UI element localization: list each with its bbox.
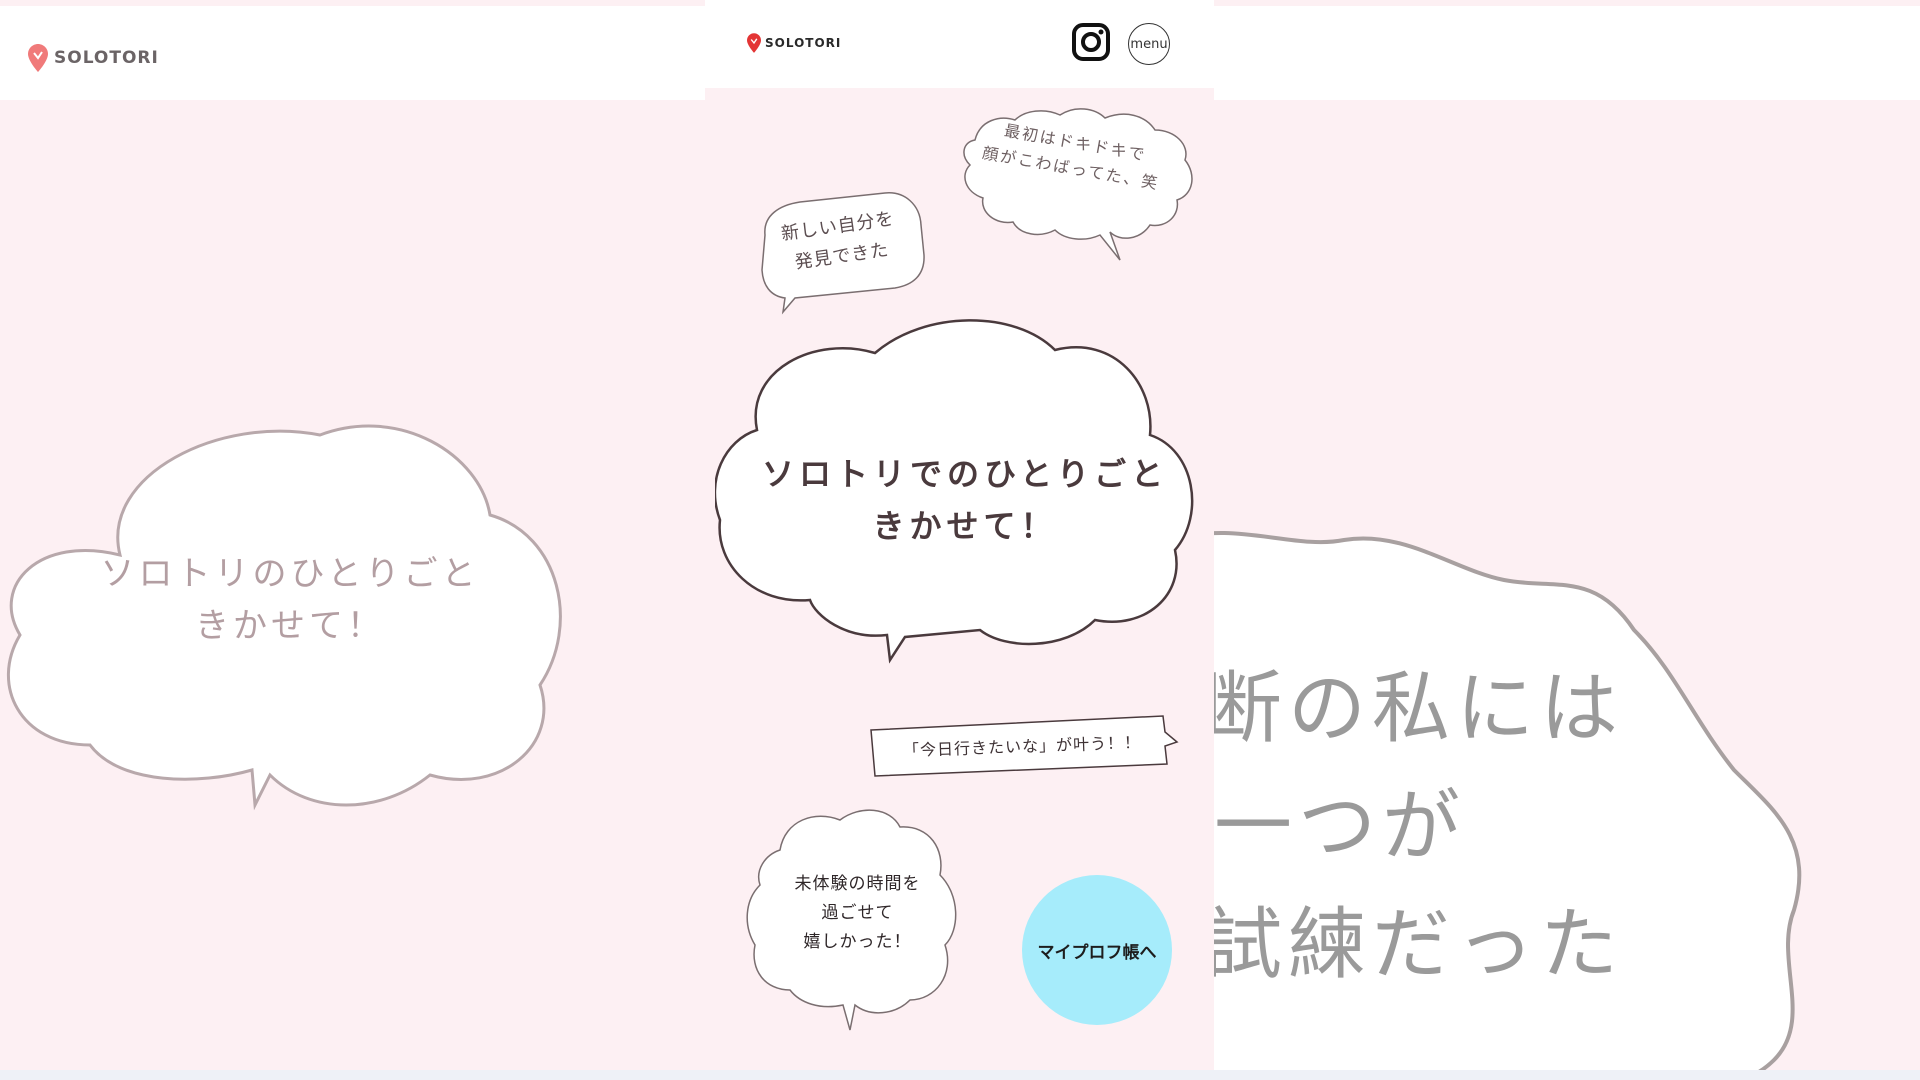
mobile-page: SOLOTORI menu 最初はドキドキで 顔がこわばってた、笑 新しい自分を… [705,0,1214,1070]
bottom-strip [0,1070,1920,1080]
site-header: SOLOTORI menu [705,0,1214,88]
background-logo-text: SOLOTORI [54,48,159,68]
site-logo-text: SOLOTORI [765,36,842,50]
my-profile-button[interactable]: マイプロフ帳へ [1022,875,1172,1025]
background-right-line-2: 一つが [1214,782,1467,872]
map-pin-icon [747,33,761,53]
background-right-header [1214,6,1920,100]
background-cloud-line-1: ソロトリのひとりごと [100,554,480,594]
screen: SOLOTORI ソロトリのひとりごと きかせて！ 断の私には 一つが 試練だっ… [0,0,1920,1080]
site-logo[interactable]: SOLOTORI [747,33,841,53]
instagram-icon[interactable] [1071,22,1111,62]
main-cloud-line-2: きかせて！ [872,507,1058,545]
menu-button[interactable]: menu [1128,23,1170,65]
background-right-line-1: 断の私には [1214,664,1625,754]
background-right-panel: 断の私には 一つが 試練だった [1214,0,1920,1070]
background-cloud-text: ソロトリのひとりごと きかせて！ [100,548,480,652]
speech-bubble-experience-line-3: 嬉しかった！ [803,932,912,952]
background-logo: SOLOTORI [28,44,159,72]
speech-bubble-experience-line-2: 過ごせて [821,903,894,923]
map-pin-icon [28,44,48,72]
speech-bubble-experience-text: 未体験の時間を 過ごせて 嬉しかった！ [765,870,950,957]
background-right-line-3: 試練だった [1214,900,1625,990]
main-cloud-bubble-text: ソロトリでのひとりごと きかせて！ [745,448,1185,552]
speech-bubble-experience-line-1: 未体験の時間を [794,874,921,894]
background-cloud-line-2: きかせて！ [195,606,385,646]
main-cloud-line-1: ソロトリでのひとりごと [761,455,1169,493]
background-right-text: 断の私には 一つが 試練だった [1214,650,1624,1004]
background-left-panel: SOLOTORI ソロトリのひとりごと きかせて！ [0,0,705,1070]
